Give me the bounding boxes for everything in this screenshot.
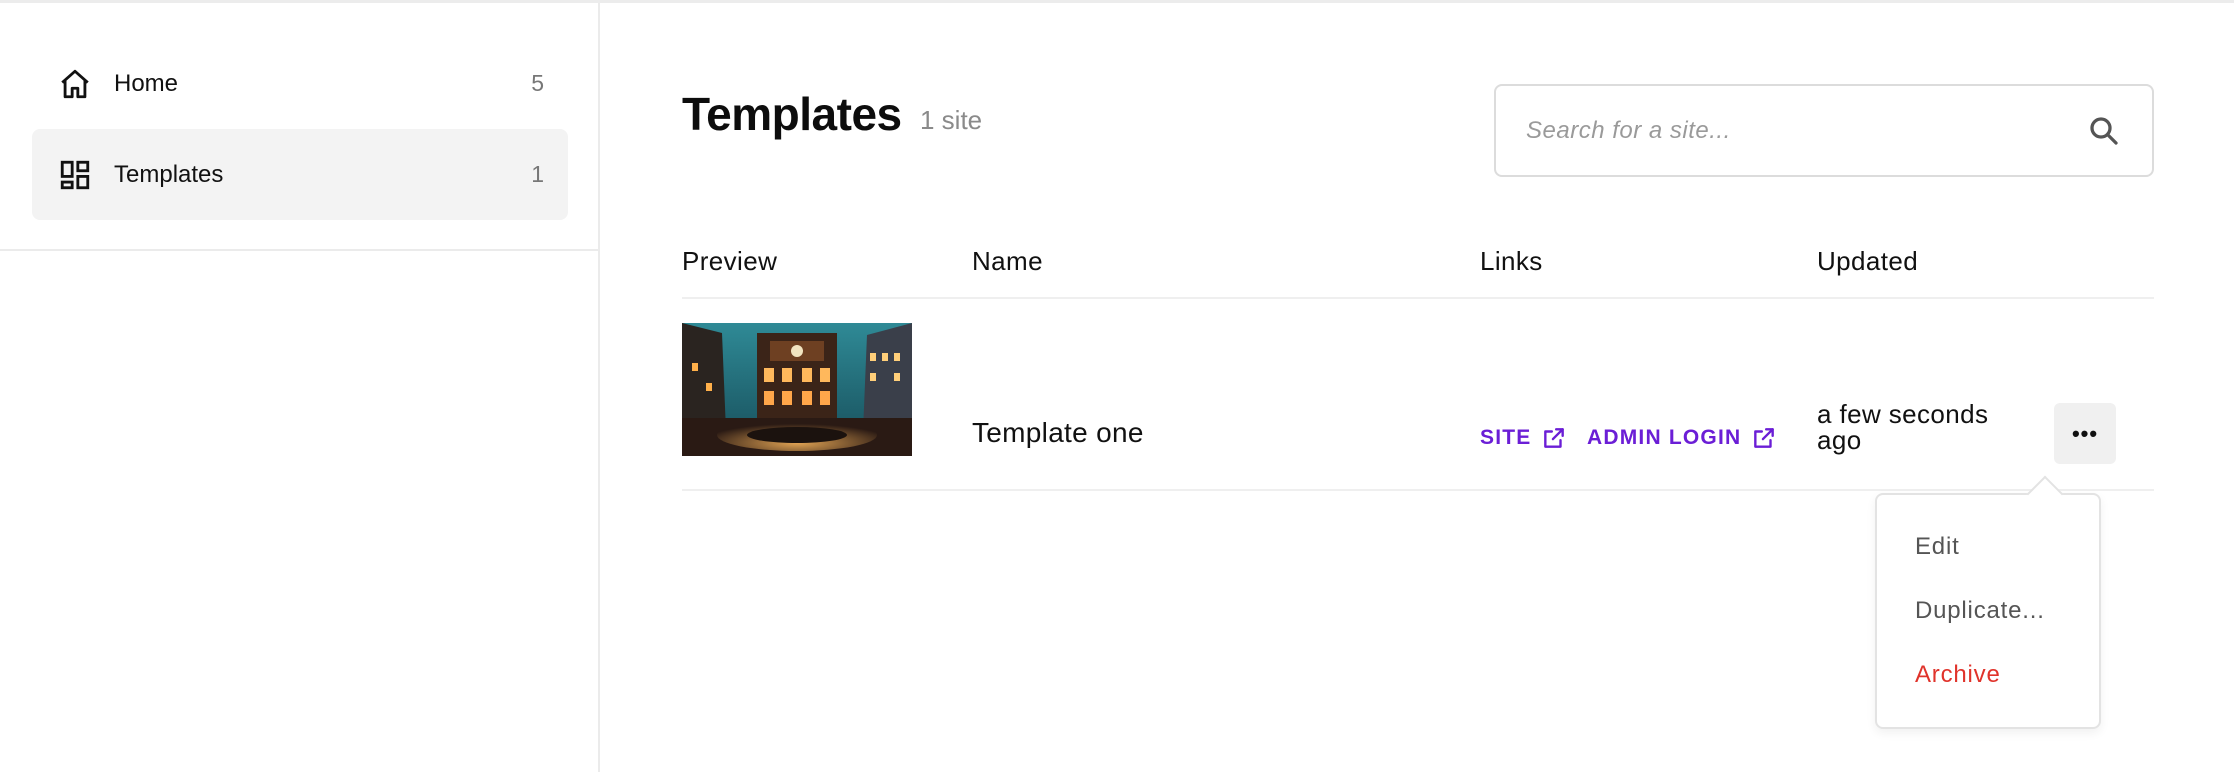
page-title: Templates [682,88,902,140]
row-divider [682,489,2154,491]
sidebar-item-count: 1 [531,161,544,187]
admin-login-link-label: ADMIN LOGIN [1587,426,1742,449]
search-icon[interactable] [2086,113,2122,149]
sidebar-item-home[interactable]: Home 5 [32,38,568,129]
sidebar-item-label: Home [114,69,179,97]
template-name[interactable]: Template one [972,417,1144,449]
home-icon [58,67,92,101]
column-header-links: Links [1480,246,1543,276]
external-link-icon [1541,425,1567,451]
sidebar-nav: Home 5 Templates 1 [0,3,598,251]
sidebar: Home 5 Templates 1 [0,3,600,772]
site-count: 1 site [920,105,983,135]
sidebar-item-count: 5 [531,70,544,96]
site-link-label: SITE [1480,426,1532,449]
search-input[interactable] [1496,86,2152,175]
sidebar-item-label: Templates [114,160,224,188]
row-actions-menu: Edit Duplicate... Archive [1875,493,2101,729]
column-header-name: Name [972,246,1043,276]
ellipsis-icon: ••• [2071,420,2099,446]
sidebar-item-templates[interactable]: Templates 1 [32,129,568,220]
search-box [1494,84,2154,177]
menu-item-edit[interactable]: Edit [1915,533,1960,561]
column-header-updated: Updated [1817,246,1919,276]
admin-login-link[interactable]: ADMIN LOGIN [1587,425,1777,451]
header-divider [682,297,2154,299]
site-link[interactable]: SITE [1480,425,1567,451]
template-preview-image[interactable] [682,323,912,456]
more-options-button[interactable]: ••• [2054,403,2116,464]
templates-icon [58,158,92,192]
updated-time: a few seconds ago [1817,399,1989,455]
column-header-preview: Preview [682,246,778,276]
external-link-icon [1751,425,1777,451]
main-content: Templates 1 site Preview Name Links Upda… [602,3,2234,772]
menu-item-archive[interactable]: Archive [1915,661,2001,689]
menu-item-duplicate[interactable]: Duplicate... [1915,597,2045,625]
